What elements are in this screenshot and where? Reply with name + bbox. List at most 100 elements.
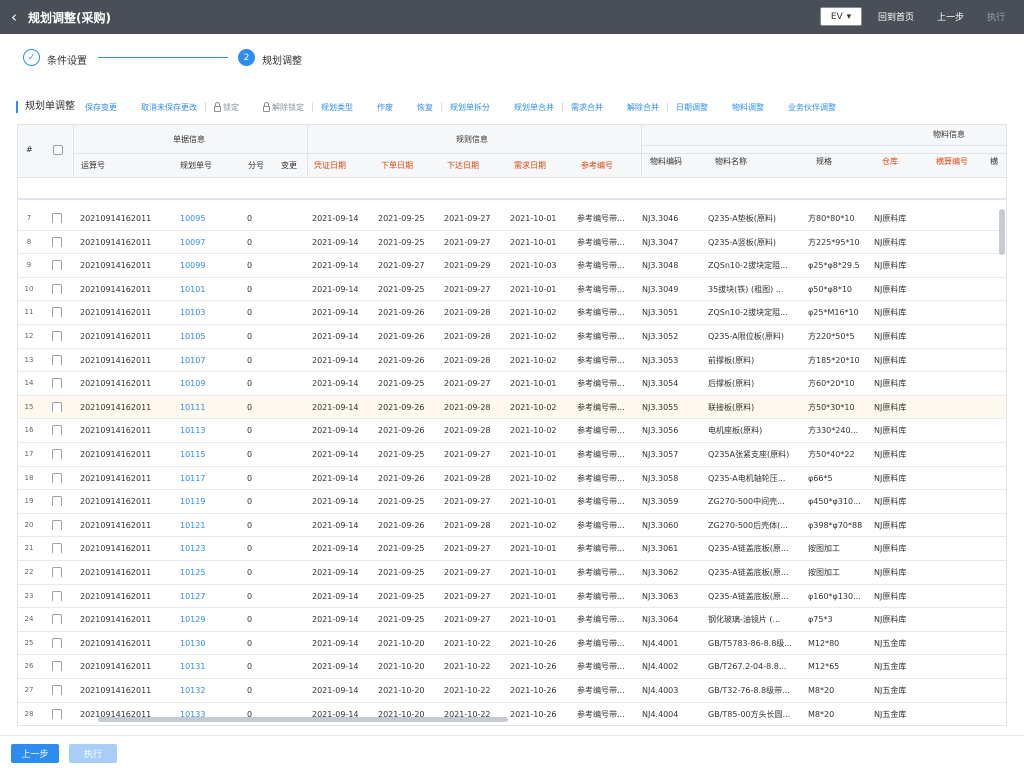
row-checkbox[interactable] bbox=[52, 260, 62, 271]
back-icon[interactable]: ‹ bbox=[0, 0, 28, 34]
row-checkbox[interactable] bbox=[52, 614, 62, 625]
merge-button[interactable]: 规划单合并 bbox=[514, 102, 554, 113]
cell-plan[interactable]: 10132 bbox=[180, 679, 205, 702]
col-material-name[interactable]: 物料名称 bbox=[715, 156, 747, 167]
demand-merge-button[interactable]: 需求合并 bbox=[571, 102, 603, 113]
horizontal-scrollbar[interactable] bbox=[98, 717, 508, 722]
table-row[interactable]: 20 20210914162011 10121 0 2021-09-14 2021-09-… bbox=[18, 514, 1006, 538]
row-checkbox[interactable] bbox=[52, 685, 62, 695]
row-checkbox[interactable] bbox=[52, 543, 62, 554]
row-checkbox[interactable] bbox=[52, 354, 62, 365]
unmerge-button[interactable]: 解除合并 bbox=[627, 102, 659, 113]
col-overflow[interactable]: 横 bbox=[990, 156, 998, 167]
table-row[interactable]: 18 20210914162011 10117 0 2021-09-14 2021-09-… bbox=[18, 467, 1006, 491]
table-row[interactable]: 14 20210914162011 10109 0 2021-09-14 2021-09-… bbox=[18, 372, 1006, 396]
row-checkbox[interactable] bbox=[52, 637, 62, 648]
table-row[interactable]: 9 20210914162011 10099 0 2021-09-14 2021-09-2… bbox=[18, 254, 1006, 278]
col-ref-no[interactable]: 参考编号 bbox=[581, 160, 613, 171]
table-row[interactable]: 11 20210914162011 10103 0 2021-09-14 2021-09-… bbox=[18, 301, 1006, 325]
material-adjust-button[interactable]: 物料调整 bbox=[732, 102, 764, 113]
cell-plan[interactable]: 10097 bbox=[180, 231, 205, 254]
select-all-checkbox[interactable] bbox=[53, 145, 63, 155]
row-checkbox[interactable] bbox=[52, 378, 62, 389]
row-checkbox[interactable] bbox=[52, 401, 62, 412]
void-button[interactable]: 作废 bbox=[377, 102, 393, 113]
table-row[interactable]: 16 20210914162011 10113 0 2021-09-14 2021-09-… bbox=[18, 419, 1006, 443]
cell-plan[interactable]: 10107 bbox=[180, 349, 205, 372]
row-checkbox[interactable] bbox=[52, 236, 62, 247]
footer-prev-button[interactable]: 上一步 bbox=[11, 744, 59, 763]
filter-row[interactable] bbox=[18, 177, 1006, 199]
col-warehouse[interactable]: 仓库 bbox=[882, 156, 898, 167]
row-checkbox[interactable] bbox=[52, 283, 62, 294]
row-checkbox[interactable] bbox=[52, 307, 62, 318]
vertical-scrollbar[interactable] bbox=[999, 209, 1005, 255]
save-changes-button[interactable]: 保存变更 bbox=[85, 102, 117, 113]
cell-plan[interactable]: 10121 bbox=[180, 514, 205, 537]
row-checkbox[interactable] bbox=[52, 567, 62, 577]
cell-plan[interactable]: 10117 bbox=[180, 467, 205, 490]
col-demand-date[interactable]: 需求日期 bbox=[514, 160, 546, 171]
date-adjust-button[interactable]: 日期调整 bbox=[676, 102, 708, 113]
table-row[interactable]: 24 20210914162011 10129 0 2021-09-14 2021-09-… bbox=[18, 608, 1006, 632]
table-row[interactable]: 17 20210914162011 10115 0 2021-09-14 2021-09-… bbox=[18, 443, 1006, 467]
cell-plan[interactable]: 10111 bbox=[180, 396, 205, 419]
cell-plan[interactable]: 10131 bbox=[180, 655, 205, 678]
table-row[interactable]: 28 20210914162011 10133 0 2021-09-14 2021-10-… bbox=[18, 703, 1006, 725]
row-checkbox[interactable] bbox=[52, 661, 62, 672]
cell-plan[interactable]: 10109 bbox=[180, 372, 205, 395]
row-checkbox[interactable] bbox=[52, 496, 62, 507]
row-checkbox[interactable] bbox=[52, 708, 62, 719]
cell-plan[interactable]: 10129 bbox=[180, 608, 205, 631]
row-checkbox[interactable] bbox=[52, 449, 62, 459]
table-row[interactable]: 19 20210914162011 10119 0 2021-09-14 2021-09-… bbox=[18, 490, 1006, 514]
cell-plan[interactable]: 10130 bbox=[180, 632, 205, 655]
cancel-unsaved-button[interactable]: 取消未保存更改 bbox=[141, 102, 197, 113]
col-release-date[interactable]: 下达日期 bbox=[447, 160, 479, 171]
restore-button[interactable]: 恢复 bbox=[417, 102, 433, 113]
back-home-button[interactable]: 回到首页 bbox=[878, 10, 914, 23]
col-spec[interactable]: 规格 bbox=[816, 156, 832, 167]
table-row[interactable]: 8 20210914162011 10097 0 2021-09-14 2021-09-2… bbox=[18, 231, 1006, 255]
step-2-label[interactable]: 规划调整 bbox=[262, 52, 302, 67]
row-checkbox[interactable] bbox=[52, 213, 62, 223]
cell-plan[interactable]: 10113 bbox=[180, 419, 205, 442]
plan-type-button[interactable]: 规划类型 bbox=[321, 102, 353, 113]
col-order-date[interactable]: 下单日期 bbox=[381, 160, 413, 171]
cell-plan[interactable]: 10105 bbox=[180, 325, 205, 348]
row-checkbox[interactable] bbox=[52, 331, 62, 341]
table-row[interactable]: 25 20210914162011 10130 0 2021-09-14 2021-10-… bbox=[18, 632, 1006, 656]
col-voucher-date[interactable]: 凭证日期 bbox=[314, 160, 346, 171]
footer-execute-button[interactable]: 执行 bbox=[69, 744, 117, 763]
prev-step-button[interactable]: 上一步 bbox=[937, 10, 964, 23]
lock-button[interactable]: 锁定 bbox=[214, 101, 239, 113]
ev-dropdown[interactable]: EV ▾ bbox=[820, 7, 862, 26]
col-sub-no[interactable]: 分号 bbox=[248, 160, 264, 171]
split-button[interactable]: 规划单拆分 bbox=[450, 102, 490, 113]
row-checkbox[interactable] bbox=[52, 590, 62, 601]
cell-plan[interactable]: 10101 bbox=[180, 278, 205, 301]
cell-plan[interactable]: 10123 bbox=[180, 537, 205, 560]
execute-button[interactable]: 执行 bbox=[987, 10, 1005, 23]
cell-plan[interactable]: 10125 bbox=[180, 561, 205, 584]
table-row[interactable]: 22 20210914162011 10125 0 2021-09-14 2021-09-… bbox=[18, 561, 1006, 585]
step-1-label[interactable]: 条件设置 bbox=[47, 52, 87, 67]
table-row[interactable]: 13 20210914162011 10107 0 2021-09-14 2021-09-… bbox=[18, 349, 1006, 373]
table-row[interactable]: 27 20210914162011 10132 0 2021-09-14 2021-10-… bbox=[18, 679, 1006, 703]
table-row[interactable]: 7 20210914162011 10095 0 2021-09-14 2021-09-2… bbox=[18, 207, 1006, 231]
cell-plan[interactable]: 10133 bbox=[180, 703, 205, 725]
table-row[interactable]: 15 20210914162011 10111 0 2021-09-14 2021-09-… bbox=[18, 395, 1006, 420]
col-calc-no[interactable]: 运算号 bbox=[81, 160, 105, 171]
col-plan-no[interactable]: 规划单号 bbox=[180, 160, 212, 171]
cell-plan[interactable]: 10099 bbox=[180, 254, 205, 277]
unlock-button[interactable]: 解除锁定 bbox=[263, 101, 304, 113]
row-checkbox[interactable] bbox=[52, 472, 62, 483]
table-row[interactable]: 23 20210914162011 10127 0 2021-09-14 2021-09-… bbox=[18, 585, 1006, 609]
col-change[interactable]: 变更 bbox=[281, 160, 297, 171]
row-checkbox[interactable] bbox=[52, 519, 62, 530]
partner-adjust-button[interactable]: 业务伙伴调整 bbox=[788, 102, 836, 113]
cell-plan[interactable]: 10127 bbox=[180, 585, 205, 608]
table-row[interactable]: 12 20210914162011 10105 0 2021-09-14 2021-09-… bbox=[18, 325, 1006, 349]
table-row[interactable]: 10 20210914162011 10101 0 2021-09-14 2021-09-… bbox=[18, 278, 1006, 302]
col-material-code[interactable]: 物料编码 bbox=[650, 156, 682, 167]
